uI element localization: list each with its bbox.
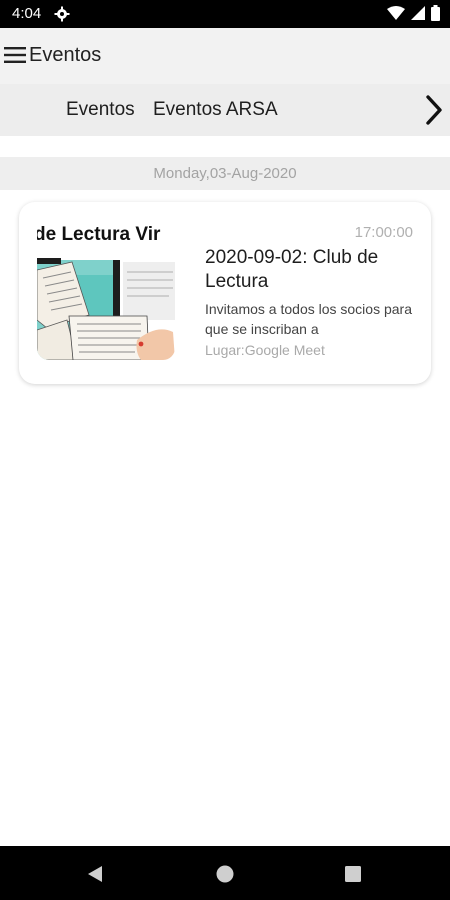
navigation-bar (0, 846, 450, 900)
home-circle-icon[interactable] (216, 865, 234, 888)
event-card[interactable]: de Lectura Vir 17:00:00 2020-09-02: Club… (19, 202, 431, 384)
event-title: 2020-09-02: Club de Lectura (205, 247, 379, 292)
event-thumbnail-text: de Lectura Vir (37, 224, 161, 245)
page-title: Eventos (29, 44, 102, 66)
tabs-bar: Eventos Eventos ARSA (0, 84, 450, 136)
tab-eventos[interactable]: Eventos (66, 99, 135, 121)
chevron-right-icon[interactable] (424, 94, 444, 126)
event-time: 17:00:00 (354, 224, 413, 241)
event-description: Invitamos a todos los socios para que se… (205, 301, 412, 337)
cell-signal-icon (411, 6, 425, 25)
hamburger-menu-icon[interactable] (4, 46, 26, 64)
app-bar: Eventos (0, 28, 450, 85)
event-thumbnail: de Lectura Vir (37, 220, 175, 360)
date-header: Monday,03-Aug-2020 (0, 157, 450, 190)
battery-icon (431, 5, 440, 26)
recents-square-icon[interactable] (344, 865, 362, 888)
settings-gear-icon (54, 6, 70, 27)
status-time: 4:04 (12, 5, 42, 22)
status-icons (387, 5, 440, 26)
tab-eventos-arsa[interactable]: Eventos ARSA (153, 99, 278, 121)
back-triangle-icon[interactable] (86, 865, 104, 888)
status-bar: 4:04 (0, 0, 450, 28)
event-place: Lugar:Google Meet (205, 342, 325, 358)
wifi-icon (387, 6, 405, 25)
